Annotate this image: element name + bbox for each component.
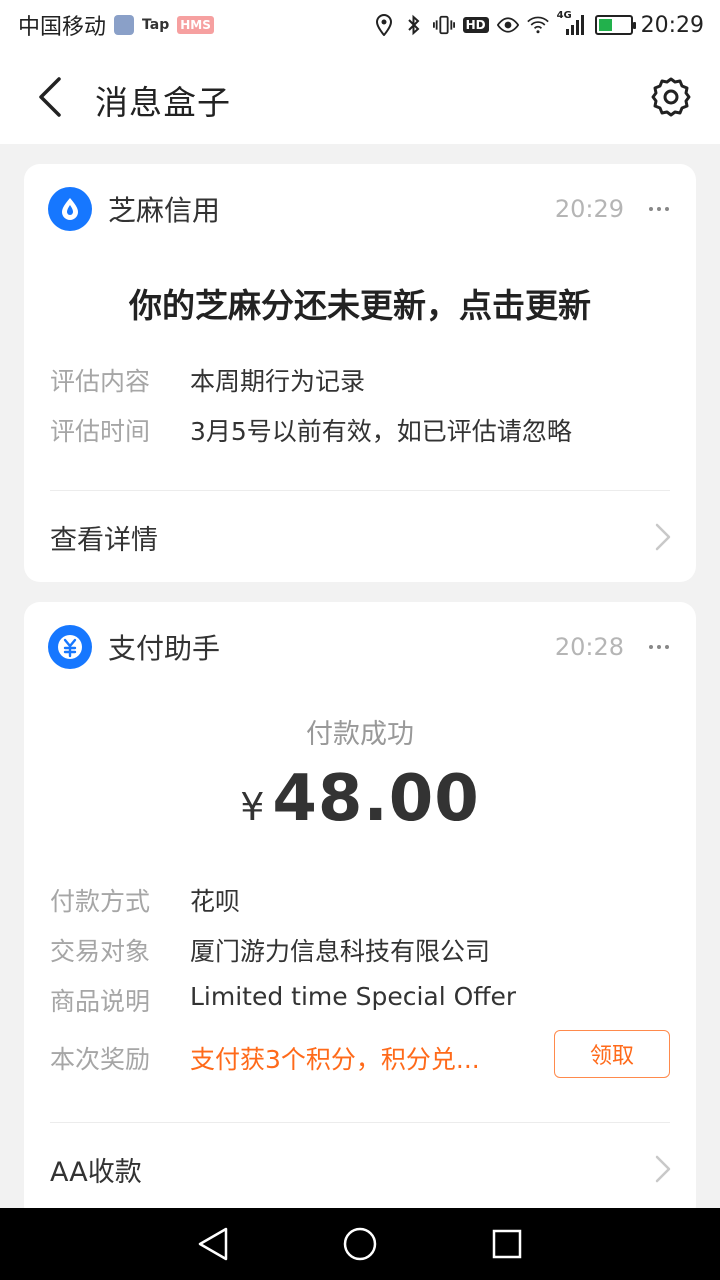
circle-home-icon [343, 1227, 377, 1261]
page-title: 消息盒子 [95, 83, 231, 122]
nav-recents-button[interactable] [485, 1222, 529, 1266]
more-dot [665, 645, 669, 649]
info-label: 付款方式 [50, 887, 151, 916]
info-row: 付款方式 花呗 [50, 882, 672, 918]
carrier-label: 中国移动 [18, 15, 107, 40]
payment-status: 付款成功 [306, 719, 414, 750]
card-headline: 你的芝麻分还未更新，点击更新 [129, 286, 591, 325]
claim-reward-button[interactable]: 领取 [554, 1030, 670, 1078]
more-dots-icon [649, 645, 653, 649]
shield-app-icon [114, 15, 135, 35]
nav-home-button[interactable] [338, 1222, 382, 1266]
status-bar: 中国移动 Tap HMS HD 4G 20:29 [0, 0, 720, 50]
view-details-link[interactable]: 查看详情 [50, 512, 674, 562]
status-time: 20:29 [640, 12, 704, 38]
message-card-sesame-credit[interactable]: 芝麻信用 20:29 你的芝麻分还未更新，点击更新 评估内容 本周期行为记录 评… [24, 164, 696, 582]
settings-button[interactable] [648, 74, 694, 120]
nav-back-button[interactable] [191, 1222, 235, 1266]
location-icon [373, 14, 395, 36]
message-card-payment-assistant[interactable]: 支付助手 20:28 付款成功 ¥ 48.00 付款方式 花呗 交易对象 厦门游… [24, 602, 696, 1222]
app-name: 芝麻信用 [108, 194, 221, 227]
aa-collect-link[interactable]: AA收款 [50, 1144, 674, 1194]
info-label: 交易对象 [50, 937, 151, 966]
currency-symbol: ¥ [240, 785, 265, 829]
battery-level [598, 19, 613, 31]
payment-assistant-app-icon [48, 625, 92, 669]
vibrate-icon [432, 14, 455, 36]
info-value: 花呗 [190, 887, 241, 916]
chevron-left-icon [39, 77, 61, 117]
network-type-label: 4G [556, 10, 572, 21]
info-value: 本周期行为记录 [190, 367, 366, 396]
info-label: 商品说明 [50, 987, 151, 1016]
link-label: AA收款 [50, 1156, 142, 1188]
more-dot [657, 207, 661, 211]
cellular-signal-icon: 4G [557, 10, 587, 36]
info-label: 评估内容 [50, 367, 151, 396]
more-options-button[interactable] [646, 632, 672, 662]
gear-icon [651, 77, 691, 117]
reward-value: 支付获3个积分，积分兑... [190, 1045, 480, 1074]
sesame-credit-app-icon [48, 187, 92, 231]
wifi-icon [526, 14, 549, 36]
divider [50, 1122, 670, 1123]
battery-icon [594, 15, 636, 35]
app-header: 消息盒子 [0, 50, 720, 144]
bluetooth-icon [403, 14, 425, 36]
link-label: 查看详情 [50, 524, 158, 556]
payment-amount: ¥ 48.00 [24, 762, 696, 836]
more-dot [665, 207, 669, 211]
info-row: 本次奖励 支付获3个积分，积分兑... [50, 1040, 526, 1076]
card-time: 20:29 [554, 195, 624, 223]
triangle-back-icon [199, 1227, 228, 1261]
amount-value: 48.00 [272, 762, 480, 836]
info-value: 厦门游力信息科技有限公司 [190, 937, 491, 966]
status-bar-left: 中国移动 Tap HMS [18, 9, 214, 41]
info-row: 评估内容 本周期行为记录 [50, 362, 672, 398]
card-header: 芝麻信用 20:29 [48, 186, 672, 232]
card-time: 20:28 [554, 633, 624, 661]
info-row: 评估时间 3月5号以前有效，如已评估请忽略 [50, 412, 672, 448]
card-header: 支付助手 20:28 [48, 624, 672, 670]
more-options-button[interactable] [646, 194, 672, 224]
info-row: 交易对象 厦门游力信息科技有限公司 [50, 932, 672, 968]
divider [50, 490, 670, 491]
tap-badge: Tap [142, 17, 170, 33]
info-label: 本次奖励 [50, 1045, 151, 1074]
chevron-right-icon [652, 521, 674, 553]
info-value: 3月5号以前有效，如已评估请忽略 [190, 417, 572, 446]
system-nav-bar [0, 1208, 720, 1280]
info-value: Limited time Special Offer [190, 982, 517, 1011]
eye-icon [496, 14, 519, 36]
more-dots-icon [649, 207, 653, 211]
hms-badge: HMS [177, 16, 214, 34]
back-button[interactable] [30, 74, 70, 120]
info-row: 商品说明 Limited time Special Offer [50, 982, 672, 1018]
square-recents-icon [492, 1229, 521, 1259]
hd-badge: HD [462, 17, 489, 33]
info-label: 评估时间 [50, 417, 151, 446]
chevron-right-icon [652, 1153, 674, 1185]
app-name: 支付助手 [108, 632, 221, 665]
more-dot [657, 645, 661, 649]
status-bar-right: HD 4G 20:29 [373, 10, 704, 38]
